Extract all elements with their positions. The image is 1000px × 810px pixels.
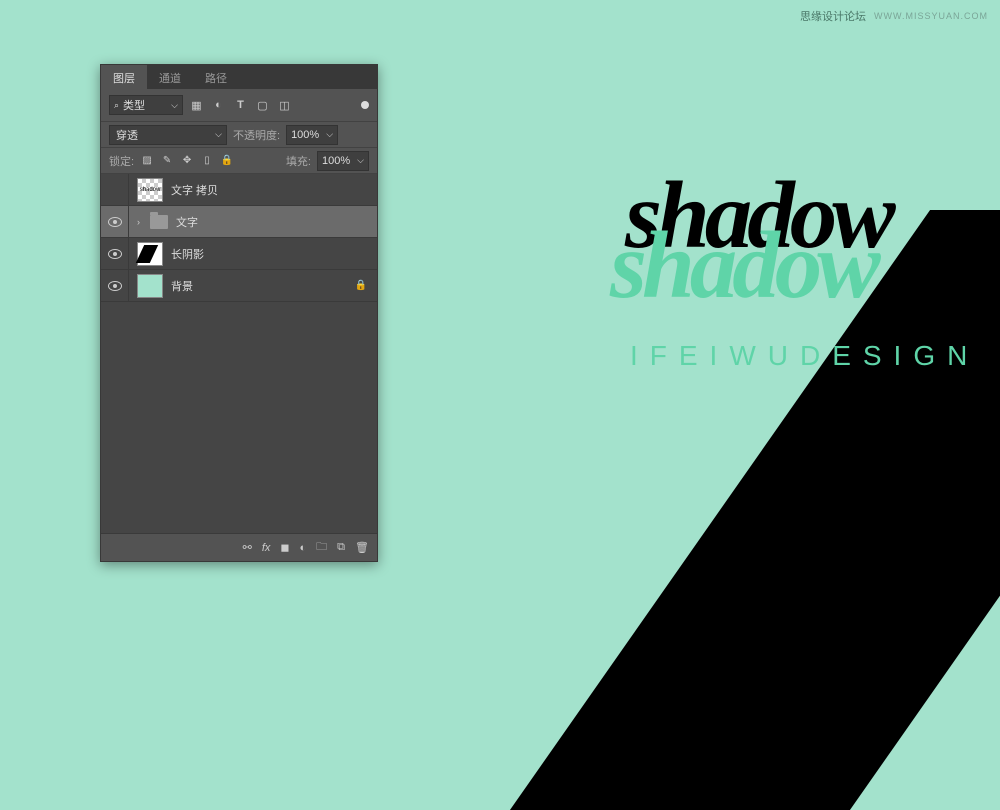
sub-text: IFEIWUDESIGN	[630, 340, 979, 372]
layer-style-icon[interactable]: fx	[262, 542, 271, 554]
filter-adjustment-icon[interactable]: ◐	[210, 97, 227, 114]
blend-row: 穿透 不透明度: 100%	[101, 122, 377, 148]
filter-type-icon[interactable]: T	[232, 97, 249, 114]
visibility-toggle[interactable]	[101, 174, 129, 205]
eye-icon	[108, 217, 122, 227]
fill-value: 100%	[322, 155, 350, 167]
filter-type-label: 类型	[123, 97, 145, 113]
eye-icon	[108, 249, 122, 259]
main-text: shadow	[610, 210, 876, 320]
layer-name: 文字 拷贝	[171, 182, 218, 198]
layer-item-text-folder[interactable]: › 文字	[101, 206, 377, 238]
lock-pixels-icon[interactable]: ✎	[160, 155, 174, 166]
visibility-toggle[interactable]	[101, 206, 129, 237]
fill-label: 填充:	[286, 153, 311, 169]
layer-mask-icon[interactable]: ◼	[280, 541, 289, 554]
lock-all-icon[interactable]: 🔒	[220, 155, 234, 166]
blend-mode-value: 穿透	[116, 127, 138, 143]
lock-artboard-icon[interactable]: ▯	[200, 155, 214, 166]
panel-footer: ⚯ fx ◼ ◐ 🗀 ⧉ 🗑	[101, 533, 377, 561]
blend-mode-select[interactable]: 穿透	[109, 125, 227, 145]
layer-name: 长阴影	[171, 246, 204, 262]
layer-item-long-shadow[interactable]: 长阴影	[101, 238, 377, 270]
layers-panel: 图层 通道 路径 ⌕ 类型 ⌵ ▦ ◐ T ▢ ◫ 穿透 不透明度: 100% …	[100, 64, 378, 562]
opacity-input[interactable]: 100%	[286, 125, 338, 145]
layer-item-text-copy[interactable]: shadow 文字 拷贝	[101, 174, 377, 206]
lock-position-icon[interactable]: ✥	[180, 155, 194, 166]
opacity-label: 不透明度:	[233, 127, 280, 143]
filter-smart-icon[interactable]: ◫	[276, 97, 293, 114]
tab-channels[interactable]: 通道	[147, 65, 193, 89]
filter-pixel-icon[interactable]: ▦	[188, 97, 205, 114]
layer-thumbnail: shadow	[137, 178, 163, 202]
folder-icon	[150, 215, 168, 229]
link-layers-icon[interactable]: ⚯	[243, 541, 252, 554]
search-icon: ⌕	[114, 100, 119, 111]
chevron-down-icon: ⌵	[171, 100, 178, 111]
eye-icon	[108, 281, 122, 291]
layer-thumbnail	[137, 242, 163, 266]
lock-row: 锁定: ▨ ✎ ✥ ▯ 🔒 填充: 100%	[101, 148, 377, 174]
visibility-toggle[interactable]	[101, 270, 129, 301]
layer-name: 文字	[176, 214, 198, 230]
new-layer-icon[interactable]: ⧉	[337, 541, 345, 554]
panel-tabs: 图层 通道 路径	[101, 65, 377, 89]
opacity-value: 100%	[291, 129, 319, 141]
lock-label: 锁定:	[109, 153, 134, 169]
layer-item-background[interactable]: 背景 🔒	[101, 270, 377, 302]
layers-list: shadow 文字 拷贝 › 文字 长阴影 背景 🔒	[101, 174, 377, 533]
expand-arrow-icon[interactable]: ›	[137, 217, 140, 227]
tab-paths[interactable]: 路径	[193, 65, 239, 89]
new-group-icon[interactable]: 🗀	[316, 538, 327, 557]
fill-input[interactable]: 100%	[317, 151, 369, 171]
adjustment-layer-icon[interactable]: ◐	[300, 542, 307, 554]
canvas-artwork: shadow shadow IFEIWUDESIGN	[530, 180, 1000, 630]
watermark-url: WWW.MISSYUAN.COM	[874, 11, 988, 21]
lock-transparent-icon[interactable]: ▨	[140, 155, 154, 166]
filter-toggle-icon[interactable]	[361, 101, 369, 109]
tab-layers[interactable]: 图层	[101, 65, 147, 89]
filter-type-select[interactable]: ⌕ 类型 ⌵	[109, 95, 183, 115]
lock-icons: ▨ ✎ ✥ ▯ 🔒	[140, 155, 234, 166]
layer-name: 背景	[171, 278, 193, 294]
lock-icon: 🔒	[355, 280, 367, 291]
watermark-text: 思缘设计论坛	[800, 8, 866, 24]
delete-layer-icon[interactable]: 🗑	[355, 541, 369, 554]
watermark: 思缘设计论坛 WWW.MISSYUAN.COM	[800, 8, 988, 24]
filter-row: ⌕ 类型 ⌵ ▦ ◐ T ▢ ◫	[101, 89, 377, 122]
visibility-toggle[interactable]	[101, 238, 129, 269]
filter-shape-icon[interactable]: ▢	[254, 97, 271, 114]
layer-thumbnail	[137, 274, 163, 298]
